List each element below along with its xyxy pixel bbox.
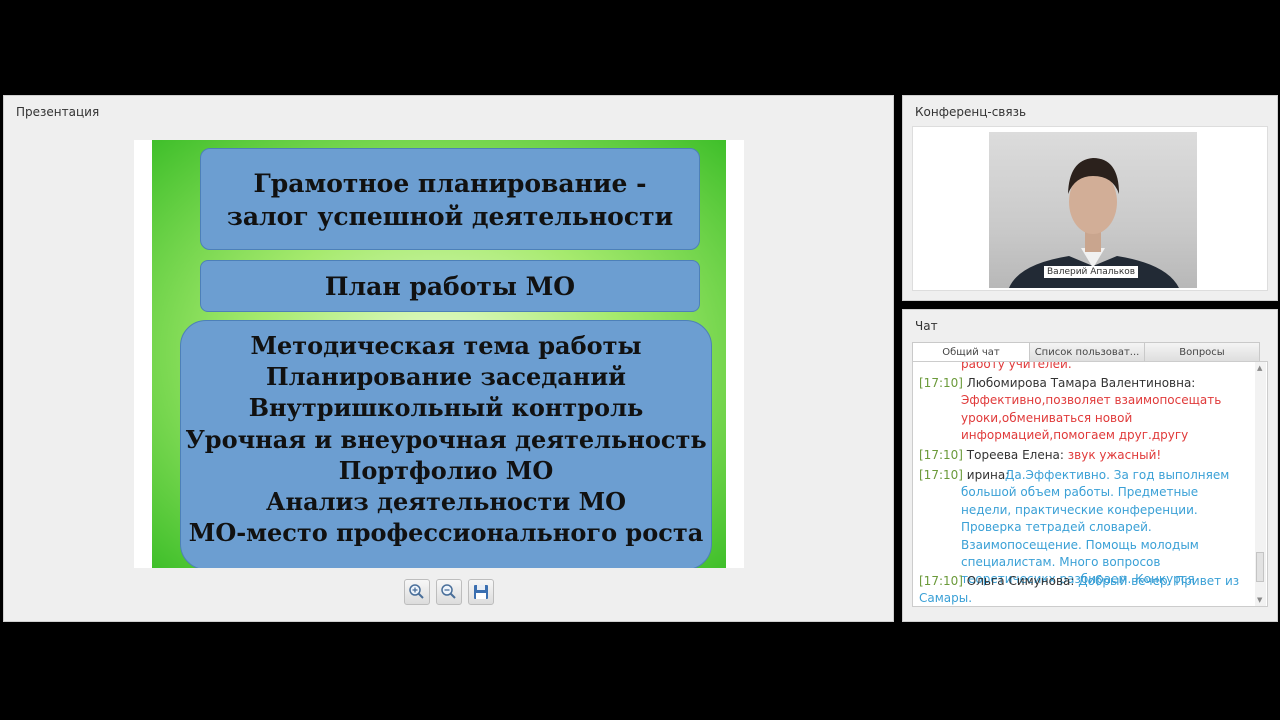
slide: Грамотное планирование - залог успешной … <box>134 140 744 568</box>
chat-scrollbar[interactable]: ▲ ▼ <box>1255 362 1266 606</box>
slide-list-item: Внутришкольный контроль <box>248 393 644 423</box>
message-author: ирина: <box>966 468 1010 482</box>
scroll-down-icon[interactable]: ▼ <box>1257 596 1262 604</box>
chat-title: Чат <box>915 319 938 333</box>
slide-subtitle: План работы МО <box>324 272 576 301</box>
tab-questions[interactable]: Вопросы <box>1144 342 1260 362</box>
slide-background: Грамотное планирование - залог успешной … <box>152 140 726 568</box>
slide-list-item: МО-место профессионального роста <box>188 518 704 548</box>
message-time: [17:10] <box>919 448 963 462</box>
message-text: Эффективно,позволяет взаимопосещать урок… <box>961 393 1222 443</box>
chat-message: [17:10] Ольга Симунова: Добрый вечер. Пр… <box>919 573 1249 606</box>
webcam-feed: Валерий Апальков <box>989 132 1197 288</box>
slide-list-item: Планирование заседаний <box>266 362 626 392</box>
message-time: [17:10] <box>919 468 963 482</box>
message-time: [17:10] <box>919 376 963 390</box>
conference-panel: Конференц-связь Валерий Апальков <box>902 95 1278 301</box>
slide-list-box: Методическая тема работы Планирование за… <box>180 320 712 568</box>
zoom-out-icon <box>441 584 456 599</box>
tab-general-chat[interactable]: Общий чат <box>912 342 1030 362</box>
chat-message: работу учителей. <box>919 361 1249 373</box>
scrollbar-thumb[interactable] <box>1256 552 1264 582</box>
zoom-in-button[interactable] <box>404 579 430 605</box>
video-area: Валерий Апальков <box>912 126 1268 291</box>
person-silhouette <box>1009 158 1179 288</box>
zoom-in-icon <box>409 584 424 599</box>
message-text: звук ужасный! <box>1067 448 1162 462</box>
slide-list-item: Анализ деятельности МО <box>265 487 627 517</box>
chat-message: [17:10] Тореева Елена: звук ужасный! <box>919 447 1249 464</box>
slide-list-item: Портфолио МО <box>338 455 554 485</box>
participant-name: Валерий Апальков <box>1044 266 1139 278</box>
slide-title-line1: Грамотное планирование - <box>253 169 647 198</box>
message-time: [17:10] <box>919 574 963 588</box>
scroll-up-icon[interactable]: ▲ <box>1257 364 1262 372</box>
chat-message: [17:10] Любомирова Тамара Валентиновна: … <box>919 375 1249 445</box>
conference-title: Конференц-связь <box>915 105 1027 119</box>
slide-title-box: Грамотное планирование - залог успешной … <box>200 148 700 250</box>
slide-subtitle-box: План работы МО <box>200 260 700 312</box>
message-author: Ольга Симунова: <box>966 574 1075 588</box>
tab-user-list[interactable]: Список пользоват... <box>1029 342 1145 362</box>
chat-panel: Чат Общий чат Список пользоват... Вопрос… <box>902 309 1278 622</box>
slide-list-item: Урочная и внеурочная деятельность <box>185 424 707 454</box>
chat-messages: работу учителей. [17:10] Любомирова Тама… <box>912 361 1268 607</box>
save-icon <box>474 585 488 599</box>
zoom-out-button[interactable] <box>436 579 462 605</box>
message-text: Да.Эффективно. За год выполняем большой … <box>961 468 1230 587</box>
save-button[interactable] <box>468 579 494 605</box>
message-author: Тореева Елена: <box>966 448 1064 462</box>
message-text: работу учителей. <box>961 361 1072 371</box>
presentation-panel: Презентация Грамотное планирование - зал… <box>3 95 894 622</box>
slide-list-item: Методическая тема работы <box>250 331 642 360</box>
message-author: Любомирова Тамара Валентиновна: <box>966 376 1196 390</box>
presentation-title: Презентация <box>16 105 100 119</box>
slide-title-line2: залог успешной деятельности <box>226 202 674 231</box>
chat-message: [17:10] ирина: Да.Эффективно. За год вып… <box>919 467 1249 589</box>
